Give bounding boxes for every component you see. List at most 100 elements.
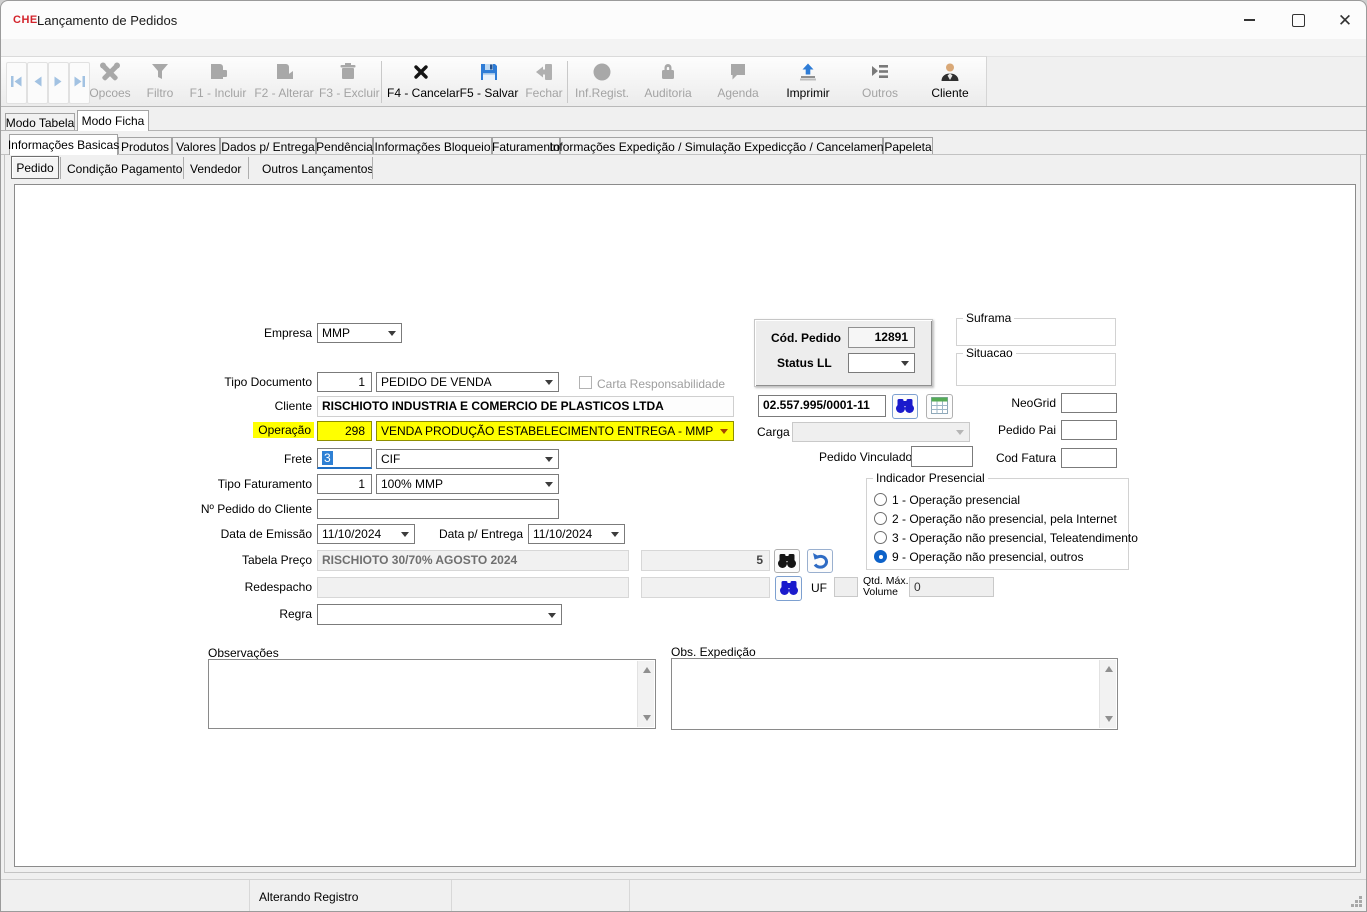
scrollbar[interactable] bbox=[1099, 660, 1116, 728]
floppy-icon bbox=[459, 58, 519, 86]
neogrid-field[interactable] bbox=[1061, 393, 1117, 413]
mode-tab-modo-ficha[interactable]: Modo Ficha bbox=[77, 110, 149, 131]
scroll-down-icon[interactable] bbox=[643, 715, 651, 721]
status-ll-select[interactable] bbox=[848, 353, 915, 373]
regra-select[interactable] bbox=[317, 604, 562, 625]
radio-indicador-2[interactable] bbox=[874, 512, 887, 525]
tab-papeleta[interactable]: Papeleta bbox=[883, 137, 933, 155]
observacoes-textarea[interactable] bbox=[208, 659, 656, 729]
tab-pendencia[interactable]: Pendência bbox=[316, 137, 373, 155]
nav-next-button[interactable] bbox=[48, 62, 69, 104]
person-icon bbox=[921, 58, 979, 86]
mode-tabstrip-baseline bbox=[1, 130, 1366, 131]
pedido-vinculado-field[interactable] bbox=[911, 446, 973, 467]
toolbar-outros-button: Outros bbox=[851, 58, 909, 105]
cliente-label: Cliente bbox=[181, 399, 312, 413]
cnpj-field[interactable]: 02.557.995/0001-11 bbox=[758, 395, 886, 417]
tipo-documento-select[interactable]: PEDIDO DE VENDA bbox=[376, 372, 559, 392]
subtab-vendedor[interactable]: Vendedor bbox=[190, 162, 241, 176]
tipo-documento-code-field[interactable]: 1 bbox=[317, 372, 372, 392]
toolbar-cliente-button[interactable]: Cliente bbox=[921, 58, 979, 105]
scrollbar[interactable] bbox=[637, 661, 654, 727]
subtab-pedido[interactable]: Pedido bbox=[11, 156, 59, 179]
tab-produtos[interactable]: Produtos bbox=[118, 137, 172, 155]
scroll-down-icon[interactable] bbox=[1105, 716, 1113, 722]
obs-expedicao-textarea[interactable] bbox=[671, 658, 1118, 730]
chevron-down-icon bbox=[956, 430, 964, 435]
tab-valores[interactable]: Valores bbox=[172, 137, 220, 155]
pedido-pai-field[interactable] bbox=[1061, 420, 1117, 440]
qtd-max-volume-field: 0 bbox=[909, 577, 994, 597]
binoculars-icon bbox=[776, 550, 798, 573]
mode-tab-modo-tabela[interactable]: Modo Tabela bbox=[5, 113, 75, 131]
carta-responsabilidade-checkbox[interactable] bbox=[579, 376, 592, 389]
data-emissao-select[interactable]: 11/10/2024 bbox=[317, 524, 415, 544]
radio-indicador-9[interactable] bbox=[874, 550, 887, 563]
add-record-icon bbox=[187, 58, 249, 86]
operacao-label: Operação bbox=[253, 422, 314, 438]
toolbar-filtro-label: Filtro bbox=[147, 86, 174, 100]
cod-pedido-label: Cód. Pedido bbox=[771, 331, 841, 345]
chevron-down-icon bbox=[611, 532, 619, 537]
tab-informacoes-basicas[interactable]: Informações Basicas bbox=[9, 134, 118, 155]
redespacho-field bbox=[317, 577, 629, 598]
toolbar-f4-cancelar-button[interactable]: F4 - Cancelar bbox=[387, 58, 455, 105]
maximize-button[interactable] bbox=[1275, 1, 1321, 39]
radio-indicador-3-label: 3 - Operação não presencial, Teleatendim… bbox=[892, 531, 1138, 545]
minimize-button[interactable] bbox=[1226, 1, 1272, 39]
cnpj-search-button[interactable] bbox=[892, 394, 918, 419]
subtab-outros-lancamentos[interactable]: Outros Lançamentos bbox=[262, 162, 373, 176]
toolbar-fechar-button: Fechar bbox=[521, 58, 567, 105]
frete-code-field[interactable]: 3 bbox=[317, 448, 372, 469]
status-bar bbox=[1, 879, 1366, 912]
tipo-faturamento-select[interactable]: 100% MMP bbox=[376, 474, 559, 494]
toolbar-f5-salvar-button[interactable]: F5 - Salvar bbox=[459, 58, 519, 105]
data-entrega-select[interactable]: 11/10/2024 bbox=[528, 524, 625, 544]
nav-prev-icon bbox=[31, 75, 44, 91]
nav-prev-button[interactable] bbox=[27, 62, 48, 104]
radio-indicador-1[interactable] bbox=[874, 493, 887, 506]
scroll-up-icon[interactable] bbox=[1105, 666, 1113, 672]
minimize-icon bbox=[1244, 19, 1255, 21]
cnpj-table-button[interactable] bbox=[926, 394, 953, 419]
toolbar-f2-alterar-label: F2 - Alterar bbox=[254, 86, 313, 100]
operacao-select[interactable]: VENDA PRODUÇÃO ESTABELECIMENTO ENTREGA -… bbox=[376, 421, 734, 441]
data-entrega-label: Data p/ Entrega bbox=[431, 527, 523, 541]
toolbar-imprimir-button[interactable]: Imprimir bbox=[777, 58, 839, 105]
pedido-vinculado-label: Pedido Vinculado bbox=[819, 450, 906, 464]
toolbar-inf-regist-button: Inf.Regist. bbox=[573, 58, 631, 105]
tab-informacoes-expedicao-simulacao-expedicc[interactable]: Informações Expedição / Simulação Expedi… bbox=[560, 137, 883, 155]
toolbar-inf-regist-label: Inf.Regist. bbox=[575, 86, 629, 100]
tabela-preco-search-button[interactable] bbox=[774, 549, 800, 573]
frete-select[interactable]: CIF bbox=[376, 449, 559, 469]
cliente-field[interactable]: RISCHIOTO INDUSTRIA E COMERCIO DE PLASTI… bbox=[317, 396, 734, 417]
toolbar-f4-cancelar-label: F4 - Cancelar bbox=[387, 86, 460, 100]
chevron-down-icon bbox=[401, 532, 409, 537]
redespacho-code-field bbox=[641, 577, 770, 598]
redespacho-search-button[interactable] bbox=[775, 576, 802, 601]
scroll-up-icon[interactable] bbox=[643, 667, 651, 673]
pedido-pai-label: Pedido Pai bbox=[986, 423, 1056, 437]
toolbar-f3-excluir-button: F3 - Excluir bbox=[319, 58, 377, 105]
close-button[interactable]: ✕ bbox=[1322, 1, 1367, 39]
cod-fatura-field[interactable] bbox=[1061, 448, 1117, 468]
empresa-label: Empresa bbox=[181, 326, 312, 340]
tab-dados-p-entrega[interactable]: Dados p/ Entrega bbox=[220, 137, 316, 155]
uf-field[interactable] bbox=[834, 577, 858, 597]
app-logo: CHE bbox=[13, 14, 38, 26]
radio-indicador-3[interactable] bbox=[874, 531, 887, 544]
toolbar-filtro-button: Filtro bbox=[135, 58, 185, 105]
chevron-down-icon bbox=[545, 380, 553, 385]
operacao-code-field[interactable]: 298 bbox=[317, 421, 372, 441]
chevron-down-icon bbox=[545, 457, 553, 462]
tipo-faturamento-code-field[interactable]: 1 bbox=[317, 474, 372, 494]
tab-informacoes-bloqueio[interactable]: Informações Bloqueio bbox=[373, 137, 492, 155]
nav-first-button[interactable] bbox=[6, 62, 27, 104]
main-tabstrip-baseline bbox=[1, 154, 1366, 155]
print-icon bbox=[777, 58, 839, 86]
tabela-preco-refresh-button[interactable] bbox=[807, 549, 833, 573]
num-pedido-cliente-field[interactable] bbox=[317, 499, 559, 519]
resize-grip[interactable] bbox=[1359, 904, 1362, 907]
empresa-select[interactable]: MMP bbox=[317, 323, 402, 343]
subtab-condicao-pagamento[interactable]: Condição Pagamento bbox=[67, 162, 182, 176]
